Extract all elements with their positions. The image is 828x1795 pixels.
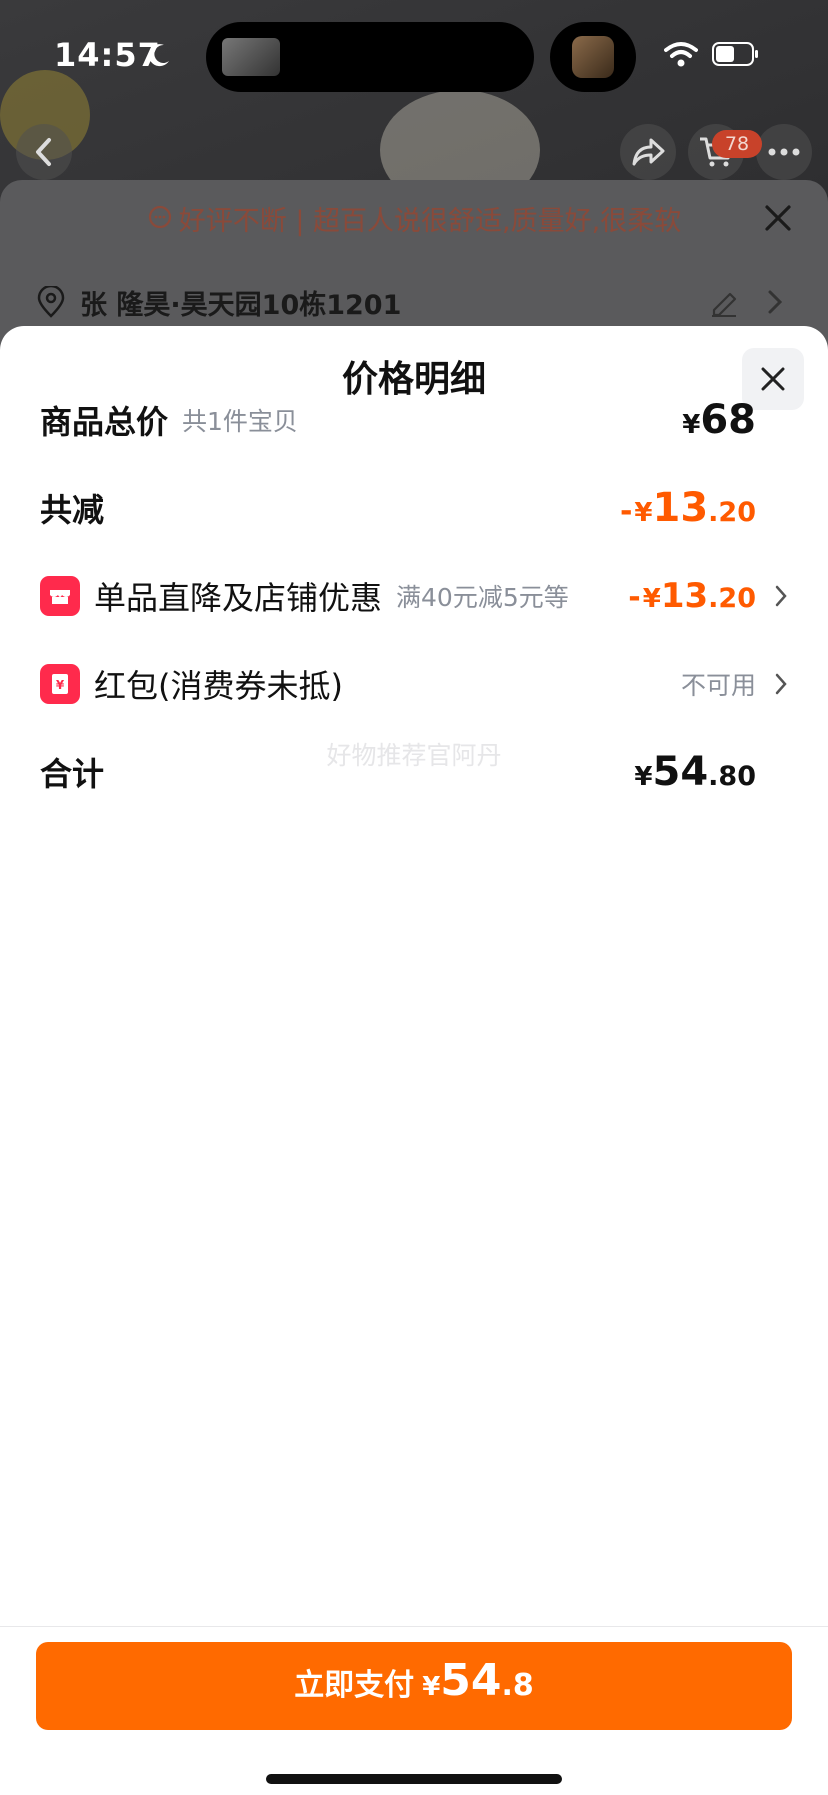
shipping-address[interactable]: 张 隆昊·昊天园10栋1201 [36,280,796,324]
chevron-right-icon [775,585,787,607]
battery-icon [712,42,758,66]
row-sub: 满40元减5元等 [396,583,569,612]
chevron-left-icon [36,138,51,166]
amount-dec: .20 [708,583,756,614]
more-icon [768,148,800,156]
row-red-packet[interactable]: ¥ 红包(消费券未抵) 不可用 [40,654,788,714]
location-pin-icon [37,286,65,318]
back-button[interactable] [16,124,72,180]
amount-int: 13 [660,576,709,616]
pay-label: 立即支付 [294,1668,415,1703]
row-store-discount[interactable]: 单品直降及店铺优惠 满40元减5元等 - ¥ 13 .20 [40,566,788,626]
share-icon [632,138,665,166]
moon-icon [148,44,169,67]
amount-int: 68 [700,397,756,443]
row-amount: - ¥ 13 .20 [628,576,756,616]
yen-symbol: ¥ [682,410,701,440]
amount-int: 13 [652,485,709,531]
cart-count-badge: 78 [712,130,762,158]
review-banner-text: 好评不断 | 超百人说很舒适,质量好,很柔软 [178,205,682,237]
dynamic-island [206,22,534,92]
divider [0,1626,828,1627]
svg-text:¥: ¥ [56,678,65,692]
media-thumbnail [222,38,280,76]
watermark-text: 好物推荐官阿丹 [326,741,502,770]
row-label: 共减 [40,491,105,529]
wifi-icon [664,42,698,67]
avatar [572,36,614,78]
row-goods-total: 商品总价 共1件宝贝 ¥ 68 [40,390,788,450]
row-total-discount: 共减 - ¥ 13 .20 [40,478,788,538]
dynamic-island-activity [550,22,636,92]
chevron-right-icon [775,673,787,695]
row-sub: 共1件宝贝 [182,407,298,436]
chevron-right-icon[interactable] [766,288,784,316]
row-label: 红包(消费券未抵) [94,667,343,705]
pay-amount-dec: .8 [501,1668,534,1703]
more-button[interactable] [756,124,812,180]
close-icon[interactable] [760,200,796,236]
minus-sign: - [619,494,633,529]
yen-symbol: ¥ [422,1672,441,1702]
row-amount: - ¥ 13 .20 [620,485,756,531]
row-value: 不可用 [680,671,756,700]
store-icon [40,576,80,616]
yen-symbol: ¥ [634,498,653,528]
edit-icon[interactable] [708,286,740,318]
pay-amount-int: 54 [440,1655,502,1706]
status-bar: 14:57 [0,0,828,110]
red-packet-icon: ¥ [40,664,80,704]
home-indicator[interactable] [266,1774,562,1784]
yen-symbol: ¥ [642,584,661,614]
address-text: 张 隆昊·昊天园10栋1201 [80,289,402,321]
price-detail-sheet: 价格明细 商品总价 共1件宝贝 ¥ 68 共减 - ¥ 13 .20 单品直降及… [0,326,828,1795]
minus-sign: - [628,580,641,615]
review-banner: 好评不断 | 超百人说很舒适,质量好,很柔软 [0,180,828,256]
chat-bubble-icon [148,205,171,229]
share-button[interactable] [620,124,676,180]
row-amount: ¥ 68 [682,397,756,443]
row-label: 单品直降及店铺优惠 [94,579,383,617]
amount-dec: .20 [708,497,756,528]
pay-now-button[interactable]: 立即支付 ¥ 54 .8 [36,1642,792,1730]
status-time: 14:57 [54,36,161,74]
row-label: 商品总价 [40,403,169,441]
